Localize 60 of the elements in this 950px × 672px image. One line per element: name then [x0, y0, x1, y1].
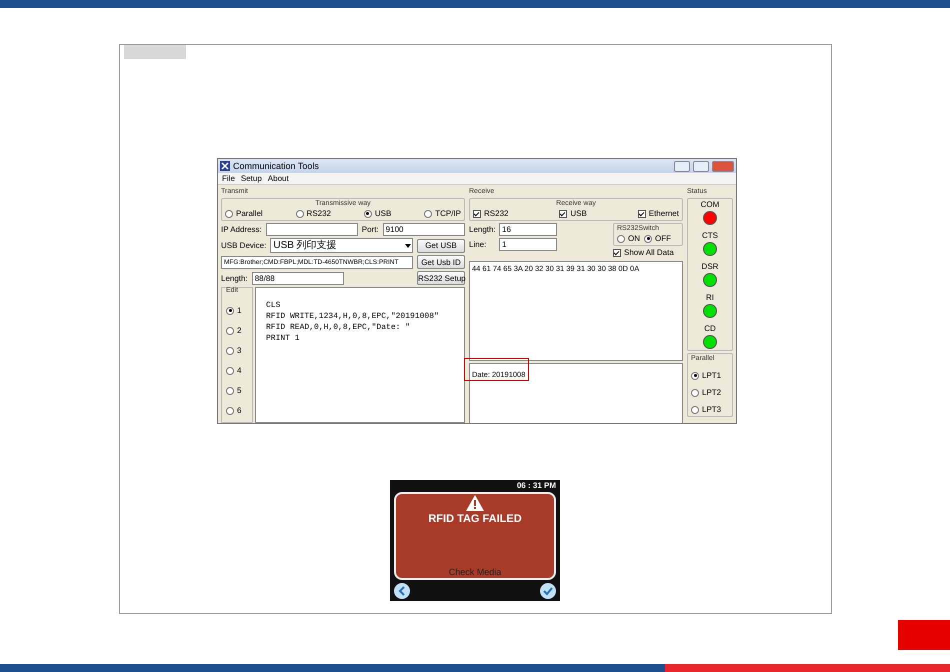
- menu-item[interactable]: File: [222, 173, 235, 184]
- dropdown[interactable]: USB 列印支援: [270, 238, 413, 253]
- checkbox-option[interactable]: Ethernet: [638, 209, 679, 218]
- radio-option[interactable]: TCP/IP: [424, 209, 461, 218]
- maximize-button[interactable]: [693, 160, 709, 172]
- status-label: COM: [700, 200, 720, 209]
- confirm-icon[interactable]: [540, 583, 556, 599]
- get-usb-id-button[interactable]: Get Usb ID: [417, 255, 465, 269]
- status-label: CD: [704, 324, 716, 333]
- code-line: RFID READ,0,H,0,8,EPC,"Date: ": [266, 322, 412, 333]
- field-label: Line:: [469, 240, 488, 249]
- radio-option[interactable]: OFF: [644, 234, 671, 243]
- code-line: RFID WRITE,1234,H,0,8,EPC,"20191008": [266, 311, 440, 322]
- code-line: CLS: [266, 300, 282, 311]
- checkbox-option[interactable]: Show All Data: [613, 248, 683, 257]
- field-label: USB Device:: [221, 241, 266, 250]
- input-field[interactable]: 16: [499, 223, 557, 236]
- code-line: PRINT 1: [266, 333, 301, 344]
- input-field[interactable]: [266, 223, 358, 236]
- field-label: Port:: [362, 225, 379, 234]
- checkbox-option[interactable]: USB: [559, 209, 587, 218]
- alert-message: RFID TAG FAILED: [428, 513, 522, 525]
- clock-time: 06 : 31 PM: [516, 480, 556, 492]
- radio-option[interactable]: Parallel: [225, 209, 263, 218]
- radio-option[interactable]: 4: [226, 366, 252, 375]
- alert-hint: Check Media: [448, 567, 502, 577]
- menu-item[interactable]: About: [268, 173, 289, 184]
- radio-option[interactable]: 1: [226, 306, 252, 315]
- field-label: Length:: [221, 274, 248, 282]
- code-editor[interactable]: CLS RFID WRITE,1234,H,0,8,EPC,"20191008" RFID READ,0,H,0,8,EPC,"Date: " PRINT 1: [255, 287, 465, 423]
- radio-option[interactable]: LPT3: [691, 405, 729, 414]
- radio-option[interactable]: USB: [364, 209, 392, 218]
- status-label: RI: [706, 293, 714, 302]
- caret-icon: [404, 242, 412, 250]
- input-field[interactable]: 1: [499, 238, 557, 251]
- status-label: CTS: [702, 231, 718, 240]
- rs232-setup-button[interactable]: RS232 Setup: [417, 271, 465, 285]
- radio-option[interactable]: 2: [226, 326, 252, 335]
- input-field[interactable]: 88/88: [252, 272, 344, 284]
- field-label: IP Address:: [221, 225, 262, 234]
- menu-item[interactable]: Setup: [240, 173, 262, 184]
- radio-option[interactable]: 6: [226, 406, 252, 415]
- radio-option[interactable]: 3: [226, 346, 252, 355]
- get-usb-button[interactable]: Get USB: [417, 238, 465, 252]
- input-field[interactable]: 9100: [382, 223, 465, 236]
- status-label: DSR: [702, 262, 718, 271]
- radio-option[interactable]: LPT1: [691, 371, 729, 380]
- minimize-button[interactable]: [674, 160, 690, 172]
- radio-option[interactable]: RS232: [296, 209, 332, 218]
- window-title: Communication Tools: [233, 161, 320, 171]
- close-button[interactable]: [712, 160, 734, 172]
- field-label: Length:: [469, 225, 495, 234]
- page-marker: [898, 620, 950, 650]
- radio-option[interactable]: 5: [226, 386, 252, 395]
- highlight-box: [464, 358, 529, 381]
- back-icon[interactable]: [394, 583, 410, 599]
- radio-option[interactable]: LPT2: [691, 388, 729, 397]
- checkbox-option[interactable]: RS232: [473, 209, 508, 218]
- app-icon: [220, 161, 230, 171]
- radio-option[interactable]: ON: [617, 234, 640, 243]
